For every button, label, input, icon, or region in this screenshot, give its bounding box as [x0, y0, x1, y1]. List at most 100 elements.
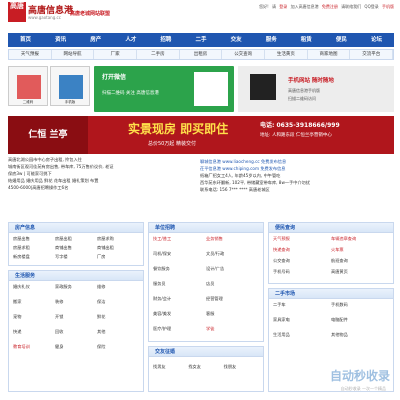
nav-services[interactable]: 服务 — [254, 33, 289, 47]
house-link[interactable]: 房屋求购 — [97, 235, 139, 242]
friend-link[interactable]: 找男友 — [153, 363, 188, 370]
life-link[interactable]: 宠物 — [13, 313, 55, 320]
life-link[interactable]: 装修 — [55, 298, 97, 305]
join-link[interactable]: 加入高唐信息港 — [291, 4, 319, 9]
subnav-yellowpages[interactable]: 生活黄页 — [265, 50, 308, 59]
nav-talent[interactable]: 人才 — [113, 33, 148, 47]
convenience-link[interactable]: 航班查询 — [331, 257, 389, 264]
nav-secondhand[interactable]: 二手 — [183, 33, 218, 47]
house-link[interactable]: 厂房 — [97, 253, 139, 260]
news-link[interactable]: 城南街区观河佳苑有房出售, 带车库, 75万售价议价, 老证 — [8, 163, 198, 170]
news-link[interactable]: 西华苑东环翻新, 102平, 带储藏室带车库, 8w一手中介勿扰 — [200, 179, 394, 186]
contact-link[interactable]: 请联络我们 — [341, 4, 361, 9]
secondhand-link[interactable]: 家具家电 — [273, 316, 331, 323]
job-link[interactable]: 文员/行政 — [206, 250, 259, 257]
convenience-link[interactable]: 手机号码 — [273, 268, 331, 275]
life-link[interactable]: 维修 — [97, 283, 139, 290]
house-link[interactable]: 新房楼盘 — [13, 253, 55, 260]
mobile-link[interactable]: 手机版 — [382, 4, 394, 9]
secondhand-link[interactable]: 生活用品 — [273, 331, 331, 338]
register-link[interactable]: 免费注册 — [322, 4, 338, 9]
subnav-rent[interactable]: 出租房 — [180, 50, 223, 59]
job-link[interactable]: 学徒 — [206, 325, 259, 332]
convenience-link[interactable]: 高唐黄页 — [331, 268, 389, 275]
nav-news[interactable]: 资讯 — [43, 33, 78, 47]
nav-dating[interactable]: 交友 — [219, 33, 254, 47]
life-link[interactable]: 保洁 — [97, 298, 139, 305]
life-link[interactable]: 婚庆礼仪 — [13, 283, 55, 290]
news-link[interactable]: 茌平信息港 www.chiping.com 免费发布信息 — [200, 165, 394, 172]
job-link[interactable]: 技工/普工 — [153, 235, 206, 242]
nav-convenience[interactable]: 便民 — [324, 33, 359, 47]
wechat-banner[interactable]: 打开微信 扫描二维码 关注 高唐信息港 — [94, 66, 234, 112]
convenience-link[interactable]: 快递查询 — [273, 246, 331, 253]
sub-nav: 天气预报 网站导航 厂家 二手房 出租房 公交查询 生活黄页 商家地图 交流平台 — [8, 49, 394, 60]
subnav-sitemap[interactable]: 网站导航 — [52, 50, 95, 59]
qr-thumb[interactable]: 二维码 — [8, 66, 48, 106]
site-slogan: 高唐老城网站联盟 — [70, 11, 111, 17]
secondhand-link[interactable]: 其他物品 — [331, 331, 389, 338]
subnav-weather[interactable]: 天气预报 — [9, 50, 52, 59]
subnav-usedhouse[interactable]: 二手房 — [137, 50, 180, 59]
convenience-link[interactable]: 车辆违章查询 — [331, 235, 389, 242]
subnav-forum[interactable]: 交流平台 — [350, 50, 394, 59]
news-link[interactable]: 保底3w | 可能家可挑下 — [8, 170, 198, 177]
nav-jobs[interactable]: 招聘 — [148, 33, 183, 47]
nav-forum[interactable]: 论坛 — [359, 33, 394, 47]
job-link[interactable]: 店员 — [206, 280, 259, 287]
house-link[interactable]: 房屋求租 — [13, 244, 55, 251]
job-link[interactable]: 美容/美发 — [153, 310, 206, 317]
subnav-factory[interactable]: 厂家 — [94, 50, 138, 59]
property-ad-banner[interactable]: 仁恒 兰亭 实景现房 即买即住 总价50万起 精装交付 电话: 0635-391… — [8, 116, 394, 154]
news-link[interactable]: 高唐北湖公园市中心房子出租, 拎包入住 — [8, 156, 198, 163]
job-link[interactable]: 财务/会计 — [153, 295, 206, 302]
convenience-link[interactable]: 公交查询 — [273, 257, 331, 264]
job-link[interactable]: 餐饮服务 — [153, 265, 206, 272]
house-link[interactable]: 商铺出售 — [55, 244, 97, 251]
convenience-link[interactable]: 天气预报 — [273, 235, 331, 242]
subnav-map[interactable]: 商家地图 — [308, 50, 351, 59]
friend-link[interactable]: 找女友 — [188, 363, 223, 370]
life-link[interactable]: 其他 — [97, 328, 139, 335]
friend-link[interactable]: 找朋友 — [224, 363, 259, 370]
house-link[interactable]: 商铺出租 — [97, 244, 139, 251]
life-link[interactable]: 保险 — [97, 343, 139, 350]
nav-house[interactable]: 房产 — [78, 33, 113, 47]
job-link[interactable]: 司机/保安 — [153, 250, 206, 257]
life-link[interactable]: 开锁 — [55, 313, 97, 320]
life-link[interactable]: 教育培训 — [13, 343, 55, 350]
nav-home[interactable]: 首页 — [8, 33, 43, 47]
news-link[interactable]: 纸箱厂招女工4人, 年龄45岁以内, 中午管吃 — [200, 172, 394, 179]
job-link[interactable]: 服务员 — [153, 280, 206, 287]
life-link[interactable]: 鲜花 — [97, 313, 139, 320]
site-logo[interactable]: 高唐 — [8, 2, 26, 22]
secondhand-link[interactable]: 二手车 — [273, 301, 331, 308]
mobile-thumb[interactable]: 手机版 — [50, 66, 90, 106]
login-link[interactable]: 登录 — [279, 4, 287, 9]
news-link[interactable]: 4500-6000|高唐招聘操作工6名 — [8, 184, 198, 191]
job-link[interactable]: 设计/广告 — [206, 265, 259, 272]
life-link[interactable]: 回收 — [55, 328, 97, 335]
job-link[interactable]: 医疗/护理 — [153, 325, 206, 332]
news-link[interactable]: 聊城信息港 www.liaocheng.cc 免费发布信息 — [200, 158, 394, 165]
subnav-bus[interactable]: 公交查询 — [222, 50, 266, 59]
life-link[interactable]: 健身 — [55, 343, 97, 350]
life-link[interactable]: 快递 — [13, 328, 55, 335]
house-link[interactable]: 房屋出租 — [55, 235, 97, 242]
secondhand-link[interactable]: 电脑配件 — [331, 316, 389, 323]
site-domain: www.gaotang.cc — [28, 15, 61, 20]
mobile-ad-banner[interactable]: 手机网站 随时随地 高唐信息港手机版 扫描二维码访问 — [238, 66, 394, 112]
life-link[interactable]: 搬家 — [13, 298, 55, 305]
news-link[interactable]: 结婚用品 婚庆用品 鲜花 花车出租 婚礼策划 布置 — [8, 177, 198, 184]
job-link[interactable]: 业务销售 — [206, 235, 259, 242]
qq-login-link[interactable]: QQ登录 — [364, 4, 378, 9]
house-link[interactable]: 房屋出售 — [13, 235, 55, 242]
news-link[interactable]: 联系电话: 156 7*** **** 高唐老城区 — [200, 186, 394, 193]
nav-rental[interactable]: 租赁 — [289, 33, 324, 47]
job-link[interactable]: 客服 — [206, 310, 259, 317]
house-link[interactable]: 写字楼 — [55, 253, 97, 260]
secondhand-link[interactable]: 手机数码 — [331, 301, 389, 308]
life-link[interactable]: 家政服务 — [55, 283, 97, 290]
job-link[interactable]: 经营管理 — [206, 295, 259, 302]
convenience-link[interactable]: 火车票 — [331, 246, 389, 253]
